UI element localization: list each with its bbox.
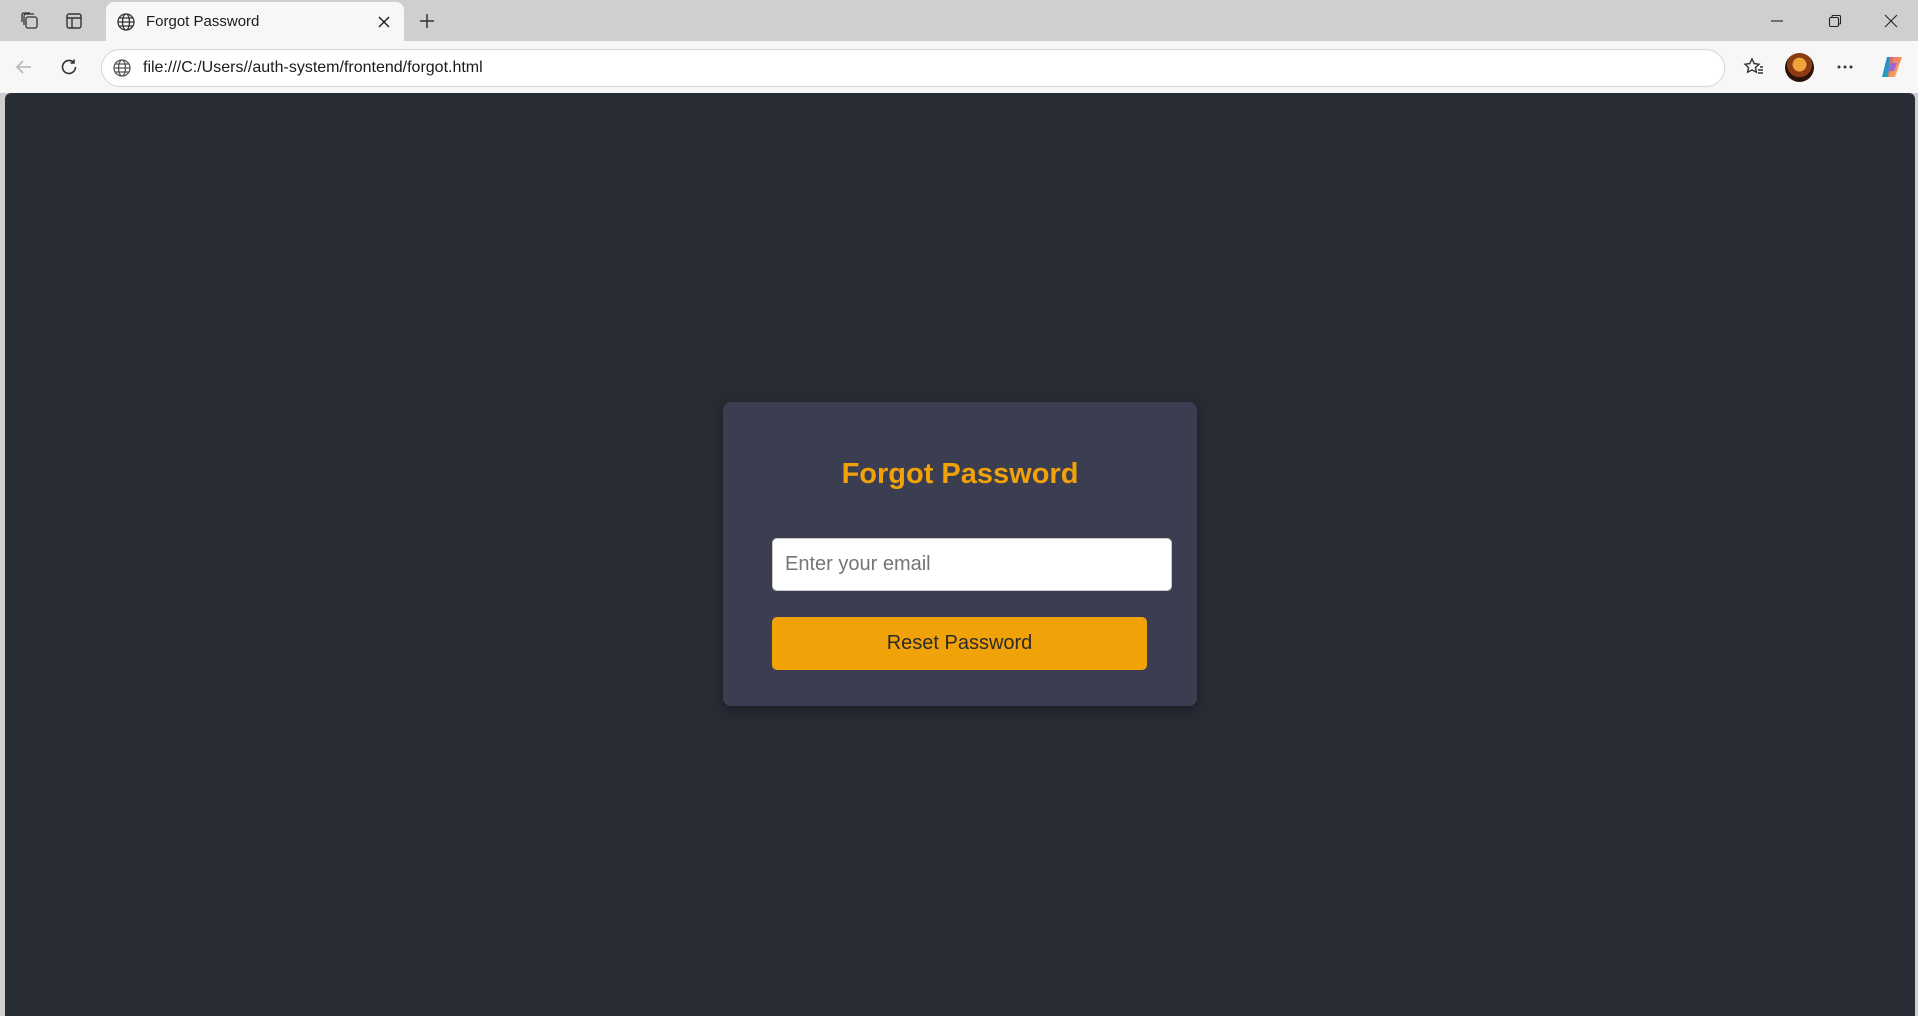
new-tab-button[interactable]: [412, 6, 442, 36]
globe-icon[interactable]: [111, 57, 133, 79]
forgot-password-card: Forgot Password Reset Password: [723, 402, 1197, 706]
page-title: Forgot Password: [841, 458, 1079, 490]
back-button[interactable]: [8, 51, 40, 83]
copilot-icon[interactable]: [1878, 53, 1906, 81]
vertical-tabs-icon[interactable]: [60, 7, 88, 35]
close-icon: [1884, 14, 1898, 27]
more-button[interactable]: [1829, 51, 1861, 83]
page-viewport: Forgot Password Reset Password: [5, 93, 1915, 1016]
tab-close-icon[interactable]: [372, 10, 396, 34]
email-field[interactable]: [772, 538, 1172, 591]
restore-button[interactable]: [1806, 0, 1864, 41]
minimize-button[interactable]: [1748, 0, 1806, 41]
refresh-icon: [61, 59, 77, 75]
restore-icon: [1828, 14, 1842, 27]
refresh-button[interactable]: [53, 51, 85, 83]
favorites-button[interactable]: [1738, 51, 1770, 83]
workspaces-icon[interactable]: [16, 7, 44, 35]
tab-strip: Forgot Password: [0, 0, 1918, 42]
favorites-star-icon: [1743, 57, 1763, 74]
browser-toolbar: file:///C:/Users//auth-system/frontend/f…: [0, 41, 1918, 93]
minimize-icon: [1771, 19, 1783, 22]
more-dots-icon: [1837, 65, 1853, 69]
address-bar[interactable]: file:///C:/Users//auth-system/frontend/f…: [101, 49, 1725, 87]
plus-icon: [420, 14, 434, 28]
avatar[interactable]: [1785, 53, 1814, 82]
back-arrow-icon: [15, 60, 31, 74]
reset-password-button[interactable]: Reset Password: [772, 617, 1147, 670]
browser-tab[interactable]: Forgot Password: [106, 2, 404, 42]
address-url[interactable]: file:///C:/Users//auth-system/frontend/f…: [143, 59, 483, 77]
globe-icon: [114, 10, 138, 34]
close-window-button[interactable]: [1862, 0, 1918, 41]
tab-title: Forgot Password: [146, 13, 260, 30]
